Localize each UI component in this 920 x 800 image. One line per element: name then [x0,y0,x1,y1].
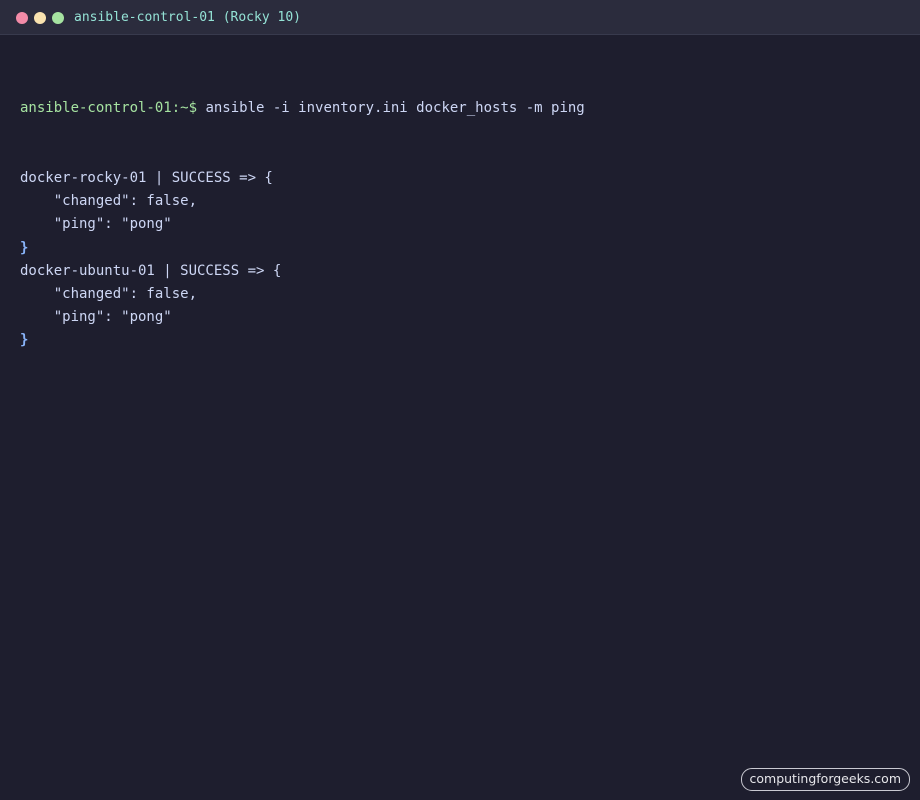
output-lines: docker-rocky-01 | SUCCESS => { "changed"… [20,167,900,353]
terminal-window: ansible-control-01 (Rocky 10) ansible-co… [0,0,920,800]
maximize-button[interactable] [52,12,64,24]
command-text: ansible -i inventory.ini docker_hosts -m… [197,100,585,117]
command-line: ansible-control-01:~$ ansible -i invento… [20,97,900,120]
output-line: "ping": "pong" [20,309,172,326]
terminal-output[interactable]: ansible-control-01:~$ ansible -i invento… [20,51,900,399]
watermark-badge: computingforgeeks.com [740,768,910,791]
output-line: "changed": false, [20,285,198,302]
output-line: } [20,332,29,349]
output-line: } [20,239,29,256]
close-button[interactable] [16,12,28,24]
output-line: "ping": "pong" [20,216,172,233]
output-line: docker-rocky-01 | SUCCESS => { [20,170,273,186]
output-line: docker-ubuntu-01 | SUCCESS => { [20,262,282,279]
minimize-button[interactable] [34,12,46,24]
window-title: ansible-control-01 (Rocky 10) [74,10,301,25]
title-bar: ansible-control-01 (Rocky 10) [0,0,920,35]
shell-prompt: ansible-control-01:~$ [20,100,198,117]
output-line: "changed": false, [20,193,198,210]
